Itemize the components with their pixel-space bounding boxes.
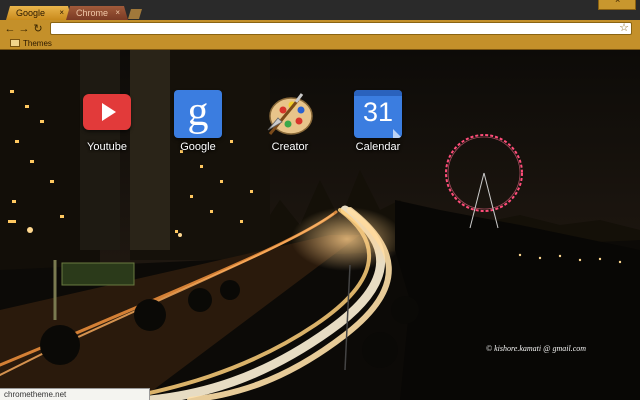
star-icon[interactable]: ☆ [619, 21, 629, 34]
toolbar: ← → ↻ ☆ [0, 20, 640, 38]
app-calendar[interactable]: 31 Calendar [348, 90, 408, 153]
status-bar: chrometheme.net [0, 388, 150, 400]
calendar-glyph: 31 [362, 97, 394, 127]
app-label: Youtube [87, 141, 127, 153]
photo-credit: © kishore.kamati @ gmail.com [486, 344, 587, 353]
tab-label: Google [16, 8, 46, 18]
close-icon: × [615, 0, 621, 5]
back-button[interactable]: ← [3, 22, 17, 36]
google-glyph: g [187, 89, 209, 135]
app-creator[interactable]: Creator [260, 90, 320, 153]
tab-chrome[interactable]: Chrome × [66, 6, 128, 20]
folder-icon [10, 39, 20, 47]
app-google[interactable]: g Google [168, 89, 228, 153]
app-youtube[interactable]: Youtube [77, 90, 137, 153]
app-label: Creator [271, 141, 309, 153]
close-icon[interactable]: × [59, 6, 64, 20]
tab-label: Chrome [76, 8, 109, 18]
address-bar[interactable]: ☆ [50, 22, 632, 35]
reload-icon: ↻ [33, 23, 43, 35]
back-arrow-icon: ← [4, 23, 16, 35]
bookmark-folder-themes[interactable]: Themes [10, 38, 52, 49]
window-close-button[interactable]: × [598, 0, 636, 10]
youtube-icon [83, 90, 131, 138]
bookmarks-bar: Themes [0, 38, 640, 50]
app-label: Calendar [355, 141, 401, 153]
bookmark-label: Themes [23, 39, 52, 48]
app-label: Google [180, 141, 216, 153]
close-icon[interactable]: × [115, 6, 120, 20]
forward-button[interactable]: → [17, 22, 31, 36]
new-tab-page: Youtube g Google Creator 31 Calendar © k… [0, 50, 640, 400]
paint-palette-icon [266, 90, 314, 138]
calendar-icon: 31 [354, 90, 402, 138]
google-icon: g [174, 89, 222, 138]
forward-arrow-icon: → [18, 23, 30, 35]
new-tab-button[interactable] [128, 9, 142, 19]
tab-google[interactable]: Google × [6, 6, 72, 20]
tab-strip: Google × Chrome × × [0, 0, 640, 20]
reload-button[interactable]: ↻ [31, 22, 45, 36]
